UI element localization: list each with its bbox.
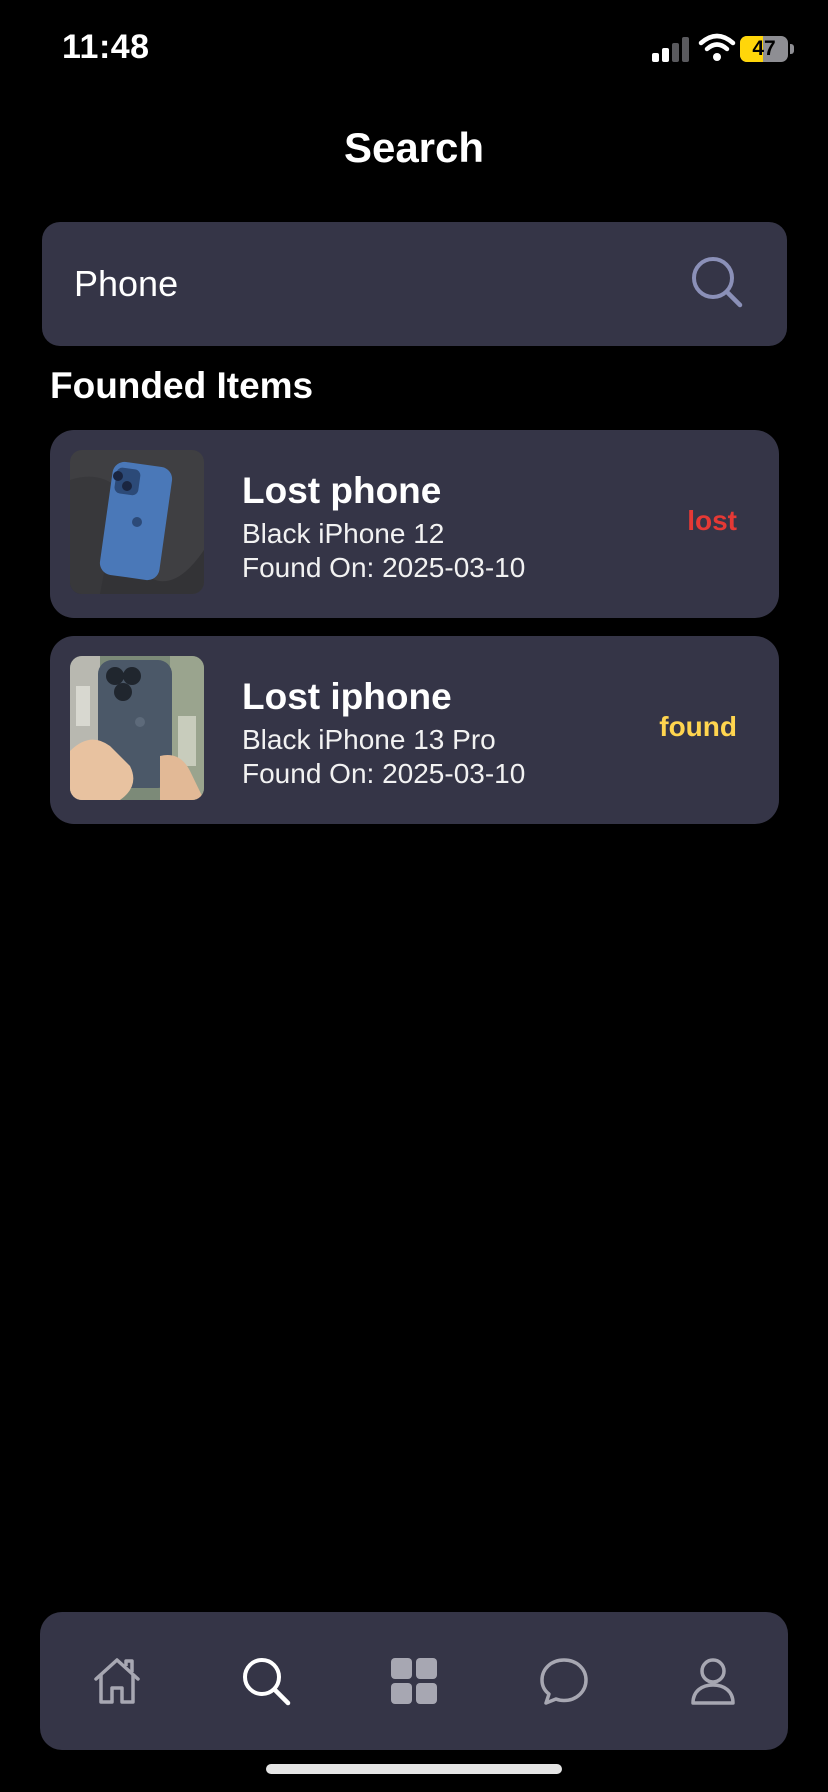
tab-profile[interactable] [678,1646,748,1716]
status-badge: found [659,711,737,742]
item-description: Black iPhone 12 [242,518,445,549]
search-input[interactable] [74,222,674,346]
battery-icon: 47 [740,36,794,62]
item-date: Found On: 2025-03-10 [242,552,526,583]
item-title: Lost iphone [242,676,452,717]
chat-bubble-icon [540,1658,588,1705]
home-indicator[interactable] [266,1764,562,1774]
screen: 11:48 47 Search Founded Items [0,0,828,1792]
tab-search[interactable] [231,1646,301,1716]
list-item[interactable]: Lost phone Black iPhone 12 Found On: 202… [50,430,779,618]
battery-level: 47 [752,37,776,60]
search-icon [243,1658,291,1706]
status-time: 11:48 [62,28,150,66]
tab-bar [40,1612,788,1750]
search-icon[interactable] [689,254,745,310]
profile-icon [691,1658,735,1705]
list-item[interactable]: Lost iphone Black iPhone 13 Pro Found On… [50,636,779,824]
cellular-signal-icon [652,36,692,62]
item-description: Black iPhone 13 Pro [242,724,496,755]
item-thumbnail [70,656,204,800]
item-date: Found On: 2025-03-10 [242,758,526,789]
grid-icon [391,1658,437,1704]
search-bar [42,222,787,346]
status-bar: 11:48 47 [0,0,828,100]
tab-home[interactable] [82,1646,152,1716]
wifi-icon [698,33,736,61]
section-title: Founded Items [50,365,314,406]
home-icon [94,1658,140,1704]
status-badge: lost [687,505,737,536]
item-thumbnail [70,450,204,594]
tab-messages[interactable] [529,1646,599,1716]
page-title: Search [343,124,485,171]
item-title: Lost phone [242,470,442,511]
tab-categories[interactable] [379,1646,449,1716]
